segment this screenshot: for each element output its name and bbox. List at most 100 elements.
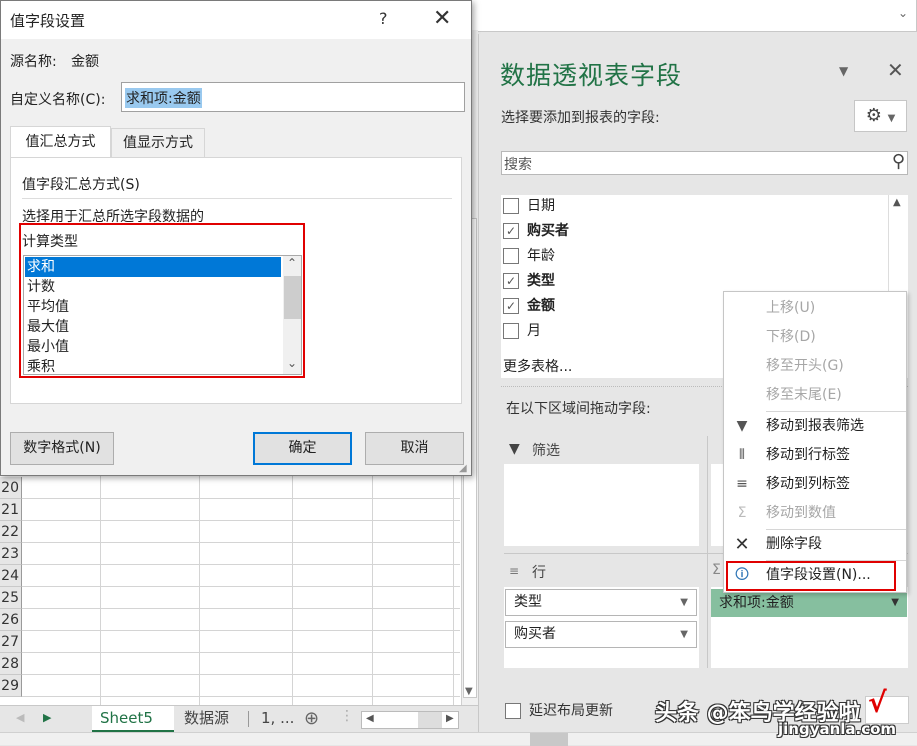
scroll-thumb[interactable] bbox=[284, 276, 301, 319]
grid-row[interactable] bbox=[22, 675, 460, 697]
grid-row[interactable] bbox=[22, 499, 460, 521]
calc-type-option[interactable]: 计数 bbox=[25, 277, 281, 297]
calc-type-option[interactable]: 平均值 bbox=[25, 297, 281, 317]
row-header[interactable]: 26 bbox=[0, 609, 22, 631]
watermark-url: jingyanla.com bbox=[778, 720, 897, 738]
help-button[interactable]: ? bbox=[379, 9, 388, 28]
tab-summarize-values-by[interactable]: 值汇总方式 bbox=[10, 126, 111, 159]
custom-name-input[interactable]: 求和项:金额 bbox=[121, 82, 465, 112]
scroll-right-icon[interactable]: ▶ bbox=[446, 713, 454, 724]
scroll-track[interactable] bbox=[418, 712, 442, 728]
menu-item[interactable]: 上移(U) bbox=[724, 294, 906, 323]
grid-row[interactable] bbox=[22, 565, 460, 587]
scroll-left-icon[interactable]: ◀ bbox=[366, 713, 374, 724]
rows-drop-zone[interactable]: 类型 ▼ 购买者 ▼ bbox=[504, 587, 699, 668]
chevron-down-icon[interactable]: ▼ bbox=[680, 590, 688, 615]
filters-drop-zone[interactable] bbox=[504, 464, 699, 546]
splitter-handle[interactable]: ⋮ bbox=[340, 708, 354, 724]
grid-row[interactable] bbox=[22, 477, 460, 499]
field-item[interactable]: 日期 bbox=[503, 196, 555, 216]
formula-bar[interactable]: ⌄ bbox=[470, 0, 917, 32]
row-header[interactable]: 25 bbox=[0, 587, 22, 609]
calc-type-listbox[interactable]: 求和 计数 平均值 最大值 最小值 乘积 ⌃ ⌄ bbox=[23, 255, 302, 375]
field-item[interactable]: ✓ 类型 bbox=[503, 271, 555, 291]
grid-row[interactable] bbox=[22, 653, 460, 675]
defer-checkbox[interactable] bbox=[505, 703, 521, 719]
tab-scroll-left-icon[interactable]: ◀ bbox=[16, 711, 24, 724]
resize-grip[interactable]: ◢ bbox=[459, 463, 467, 474]
scroll-up-icon[interactable]: ▲ bbox=[893, 197, 901, 208]
grid-row[interactable] bbox=[22, 587, 460, 609]
row-field-buyer[interactable]: 购买者 ▼ bbox=[505, 621, 697, 648]
menu-item[interactable]: 移至末尾(E) bbox=[724, 381, 906, 410]
field-item[interactable]: ✓ 金额 bbox=[503, 296, 555, 316]
cancel-button[interactable]: 取消 bbox=[365, 432, 464, 465]
field-item[interactable]: 月 bbox=[503, 321, 541, 341]
scroll-down-icon[interactable]: ▼ bbox=[465, 686, 473, 697]
menu-item[interactable]: 下移(D) bbox=[724, 323, 906, 352]
calc-type-option[interactable]: 最大值 bbox=[25, 317, 281, 337]
row-header[interactable]: 28 bbox=[0, 653, 22, 675]
checkbox-checked[interactable]: ✓ bbox=[503, 273, 519, 289]
defer-layout-update[interactable]: 延迟布局更新 bbox=[505, 700, 613, 720]
menu-item[interactable]: 移至开头(G) bbox=[724, 352, 906, 381]
checkbox-checked[interactable]: ✓ bbox=[503, 298, 519, 314]
pane-menu-icon[interactable]: ▼ bbox=[839, 64, 848, 78]
close-icon[interactable]: ✕ bbox=[433, 6, 451, 31]
horizontal-scrollbar[interactable]: ◀ ▶ bbox=[361, 711, 459, 729]
menu-item[interactable]: ⦀ 移动到行标签 bbox=[724, 441, 906, 470]
listbox-scrollbar[interactable]: ⌃ ⌄ bbox=[283, 256, 301, 374]
checkbox-unchecked[interactable] bbox=[503, 323, 519, 339]
close-icon[interactable]: ✕ bbox=[887, 58, 904, 82]
checkbox-checked[interactable]: ✓ bbox=[503, 223, 519, 239]
dialog-title: 值字段设置 bbox=[10, 12, 86, 30]
calc-type-option[interactable]: 求和 bbox=[25, 257, 281, 277]
menu-item[interactable]: ✕ 删除字段 bbox=[724, 530, 906, 559]
field-search-input[interactable]: 搜索 ⚲ bbox=[501, 151, 908, 175]
add-sheet-icon[interactable]: ⊕ bbox=[304, 708, 319, 729]
more-tables-link[interactable]: 更多表格... bbox=[503, 356, 572, 376]
grid-row[interactable] bbox=[22, 609, 460, 631]
row-header[interactable]: 29 bbox=[0, 675, 22, 697]
row-header[interactable]: 27 bbox=[0, 631, 22, 653]
row-field-type[interactable]: 类型 ▼ bbox=[505, 589, 697, 616]
calc-type-option[interactable]: 最小值 bbox=[25, 337, 281, 357]
row-header[interactable]: 24 bbox=[0, 565, 22, 587]
row-header[interactable]: 21 bbox=[0, 499, 22, 521]
scroll-down-icon[interactable]: ⌄ bbox=[287, 356, 297, 370]
menu-item-label: 上移(U) bbox=[766, 300, 816, 316]
tab-data-source[interactable]: 数据源 bbox=[176, 706, 237, 732]
field-context-menu: 上移(U) 下移(D) 移至开头(G) 移至末尾(E) ▼ 移动到报表筛选 ⦀ 移动到行标签 ≡… bbox=[723, 291, 907, 593]
grid-row[interactable] bbox=[22, 631, 460, 653]
chevron-down-icon[interactable]: ▼ bbox=[680, 622, 688, 647]
field-item[interactable]: 年龄 bbox=[503, 246, 555, 266]
row-labels-icon: ⦀ bbox=[738, 447, 746, 463]
checkbox-unchecked[interactable] bbox=[503, 198, 519, 214]
menu-item[interactable]: Σ 移动到数值 bbox=[724, 499, 906, 528]
tab-scroll-right-icon[interactable]: ▶ bbox=[43, 711, 51, 724]
row-header[interactable]: 23 bbox=[0, 543, 22, 565]
normal-view-button[interactable] bbox=[530, 733, 568, 746]
number-format-button[interactable]: 数字格式(N) bbox=[10, 432, 114, 465]
scroll-up-icon[interactable]: ⌃ bbox=[287, 256, 297, 270]
row-header[interactable]: 22 bbox=[0, 521, 22, 543]
field-item[interactable]: ✓ 购买者 bbox=[503, 221, 569, 241]
tab-show-values-as[interactable]: 值显示方式 bbox=[111, 128, 205, 158]
calc-type-option[interactable]: 乘积 bbox=[25, 357, 281, 374]
checkbox-unchecked[interactable] bbox=[503, 248, 519, 264]
ok-button[interactable]: 确定 bbox=[253, 432, 352, 465]
tab-sheet5[interactable]: Sheet5 bbox=[92, 706, 174, 732]
grid-row[interactable] bbox=[22, 521, 460, 543]
grid-row[interactable] bbox=[22, 543, 460, 565]
menu-item[interactable]: ≡ 移动到列标签 bbox=[724, 470, 906, 499]
menu-item[interactable]: ▼ 移动到报表筛选 bbox=[724, 412, 906, 441]
value-field-sum-amount[interactable]: 求和项:金额 ▼ bbox=[711, 589, 907, 617]
row-header[interactable]: 20 bbox=[0, 477, 22, 499]
tab-more[interactable]: 1, ... bbox=[253, 706, 302, 732]
search-icon[interactable]: ⚲ bbox=[892, 151, 905, 172]
tools-button[interactable]: ⚙ ▼ bbox=[854, 100, 907, 132]
field-name: 日期 bbox=[527, 198, 555, 214]
chevron-down-icon[interactable]: ▼ bbox=[891, 589, 899, 617]
column-divider bbox=[199, 476, 200, 706]
chevron-down-icon[interactable]: ⌄ bbox=[898, 6, 908, 20]
